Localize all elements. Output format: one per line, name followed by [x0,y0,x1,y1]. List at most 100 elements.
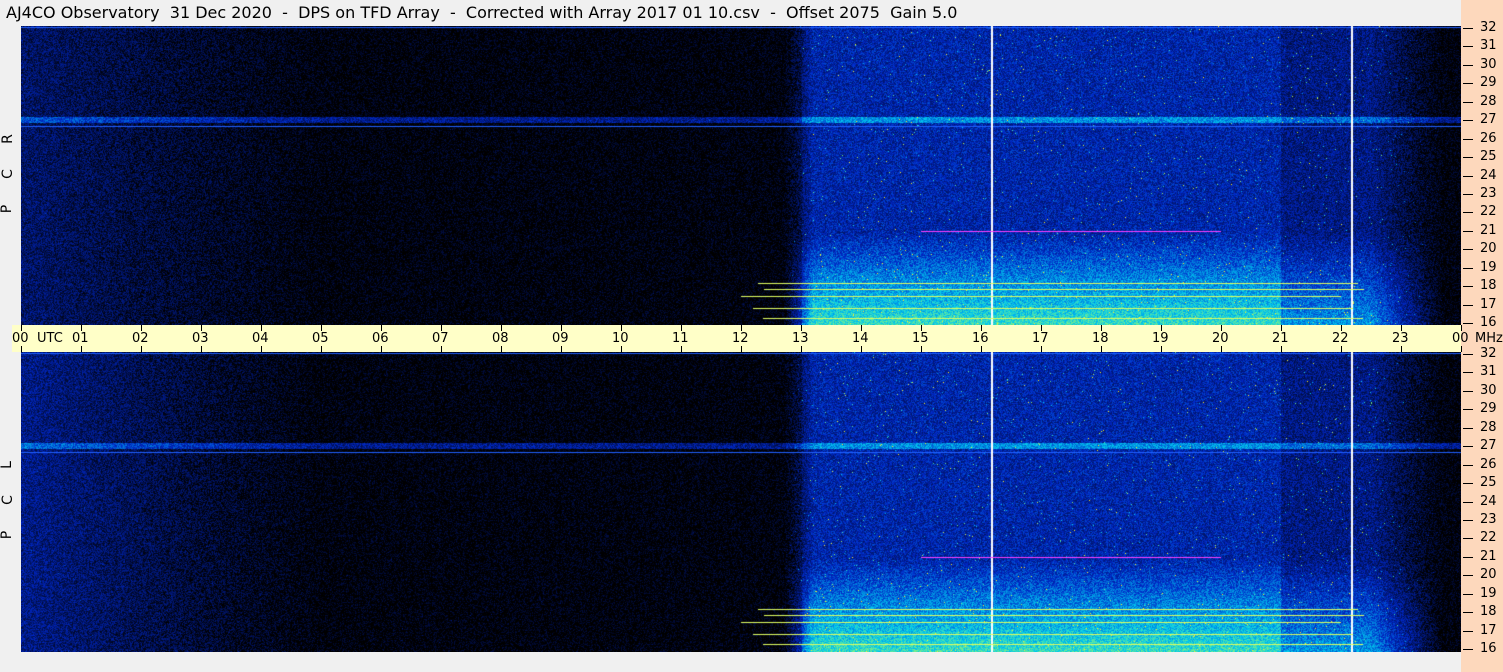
polarization-label: C [0,495,16,505]
x-tick-mark [1341,346,1342,352]
y-tick-mark [1463,427,1473,429]
y-tick-label: 27 [1480,112,1497,128]
x-tick-label: 10 [612,331,629,346]
y-tick-label: 30 [1480,382,1497,398]
y-tick-mark [1463,83,1473,85]
y-tick-label: 24 [1480,167,1497,183]
y-tick-mark [1463,212,1473,214]
y-tick-label: 22 [1480,204,1497,220]
y-tick-label: 32 [1480,20,1497,35]
x-tick-mark [801,346,802,352]
x-tick-mark [861,346,862,352]
y-tick-mark [1463,286,1473,288]
x-tick-mark [681,346,682,352]
x-tick-label: 16 [972,331,989,346]
x-tick-label: 00 [1452,331,1469,346]
y-tick-label: 22 [1480,530,1497,546]
y-unit-label: MHz [1475,331,1503,346]
y-tick-label: 17 [1480,296,1497,312]
x-unit-label: UTC [37,331,63,346]
y-tick-mark [1463,556,1473,558]
x-tick-label: 15 [912,331,929,346]
x-tick-mark [441,346,442,352]
x-tick-mark [21,346,22,352]
y-tick-mark [1463,519,1473,521]
rcp-heatmap [21,26,1461,326]
x-tick-label: 07 [432,331,449,346]
y-tick-label: 17 [1480,622,1497,638]
y-tick-label: 23 [1480,511,1497,527]
x-tick-mark [261,346,262,352]
y-tick-label: 25 [1480,475,1497,491]
y-tick-label: 20 [1480,241,1497,257]
y-tick-label: 16 [1480,641,1497,656]
lcp-heatmap [21,352,1461,652]
y-tick-label: 23 [1480,185,1497,201]
y-tick-mark [1463,230,1473,232]
y-tick-label: 28 [1480,419,1497,435]
x-tick-mark [1161,346,1162,352]
y-tick-mark [1463,64,1473,66]
y-tick-mark [1463,46,1473,48]
x-tick-label: 06 [372,331,389,346]
x-tick-label: 11 [672,331,689,346]
x-tick-label: 02 [132,331,149,346]
y-tick-mark [1463,630,1473,632]
y-tick-label: 27 [1480,438,1497,454]
x-tick-label: 14 [852,331,869,346]
y-tick-label: 26 [1480,456,1497,472]
x-tick-mark [1221,346,1222,352]
y-tick-mark [1463,101,1473,103]
y-tick-label: 21 [1480,222,1497,238]
y-tick-mark [1463,593,1473,595]
x-tick-mark [621,346,622,352]
x-tick-mark [381,346,382,352]
y-tick-mark [1463,446,1473,448]
polarization-label: P [0,530,16,540]
x-tick-label: 01 [72,331,89,346]
x-tick-label: 05 [312,331,329,346]
x-tick-mark [501,346,502,352]
rcp-spectrogram [21,26,1461,326]
y-tick-label: 25 [1480,149,1497,165]
lcp-spectrogram [21,352,1461,652]
x-tick-mark [1041,346,1042,352]
x-tick-label: 20 [1212,331,1229,346]
x-tick-label: 19 [1152,331,1169,346]
y-tick-label: 29 [1480,401,1497,417]
y-tick-mark [1463,267,1473,269]
x-tick-mark [81,346,82,352]
y-tick-mark [1463,409,1473,411]
x-tick-label: 09 [552,331,569,346]
x-tick-label: 23 [1392,331,1409,346]
y-tick-mark [1463,193,1473,195]
x-tick-label: 17 [1032,331,1049,346]
y-tick-label: 31 [1480,38,1497,54]
y-tick-label: 20 [1480,567,1497,583]
x-tick-mark [141,346,142,352]
x-tick-label: 04 [252,331,269,346]
y-tick-label: 18 [1480,604,1497,620]
x-tick-label: 00 [12,331,29,346]
x-tick-mark [1101,346,1102,352]
y-tick-label: 16 [1480,315,1497,330]
y-tick-label: 21 [1480,548,1497,564]
y-tick-mark [1463,323,1473,324]
x-tick-mark [1461,346,1462,352]
x-tick-label: 13 [792,331,809,346]
y-tick-label: 31 [1480,364,1497,380]
x-tick-mark [921,346,922,352]
x-tick-mark [1281,346,1282,352]
y-tick-mark [1463,175,1473,177]
x-tick-label: 08 [492,331,509,346]
y-tick-mark [1463,157,1473,159]
y-tick-mark [1463,612,1473,614]
x-tick-label: 03 [192,331,209,346]
polarization-label: L [0,461,15,469]
y-tick-label: 19 [1480,259,1497,275]
y-tick-mark [1463,483,1473,485]
polarization-label: C [0,169,16,179]
x-tick-label: 21 [1272,331,1289,346]
chart-title: AJ4CO Observatory 31 Dec 2020 - DPS on T… [6,3,958,22]
y-tick-mark [1463,501,1473,503]
